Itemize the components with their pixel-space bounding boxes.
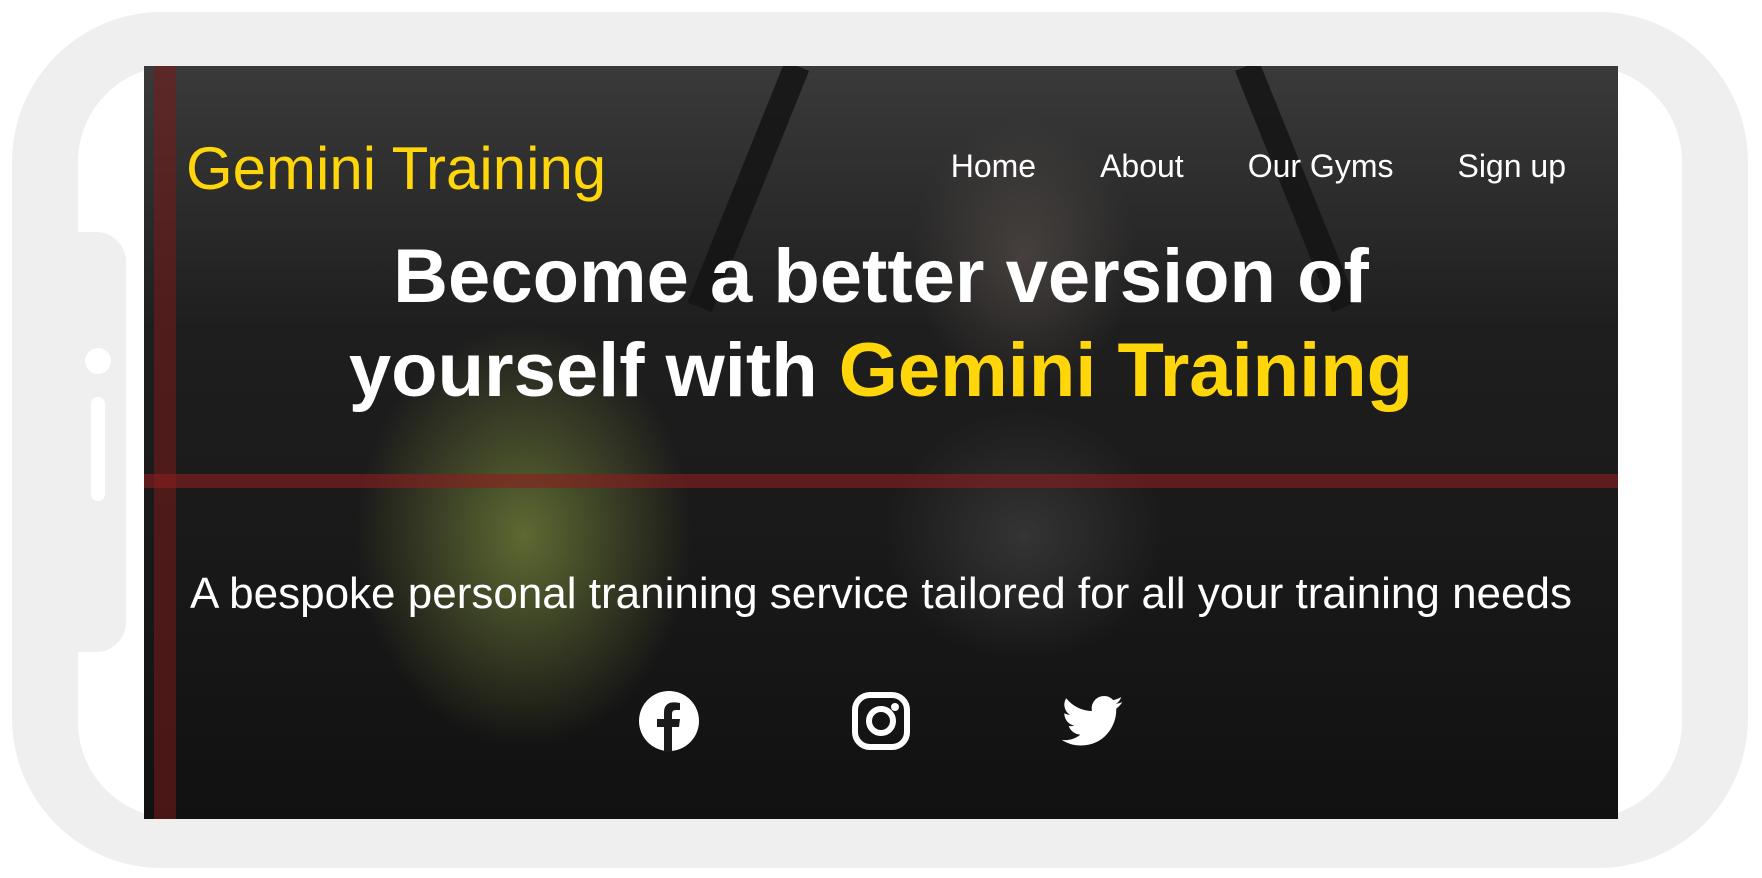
nav-link-sign-up[interactable]: Sign up [1457,148,1566,185]
speaker-bar [91,397,105,501]
twitter-icon[interactable] [1061,690,1124,752]
nav-link-our-gyms[interactable]: Our Gyms [1248,148,1394,185]
headline-highlight: Gemini Training [838,328,1414,413]
hero-headline: Become a better version of yourself with… [144,230,1618,418]
main-nav: Home About Our Gyms Sign up [951,148,1566,185]
nav-link-home[interactable]: Home [951,148,1036,185]
facebook-icon[interactable] [638,690,700,752]
social-links [144,690,1618,752]
brand-logo[interactable]: Gemini Training [186,134,606,203]
instagram-icon[interactable] [850,690,912,752]
background-rack [144,474,1618,488]
camera-dot [85,348,111,374]
nav-link-about[interactable]: About [1100,148,1184,185]
hero-tagline: A bespoke personal tranining service tai… [190,569,1572,618]
headline-line1: Become a better version of [393,234,1369,319]
headline-line2-prefix: yourself with [348,328,818,413]
hero-section: Gemini Training Home About Our Gyms Sign… [144,66,1618,819]
